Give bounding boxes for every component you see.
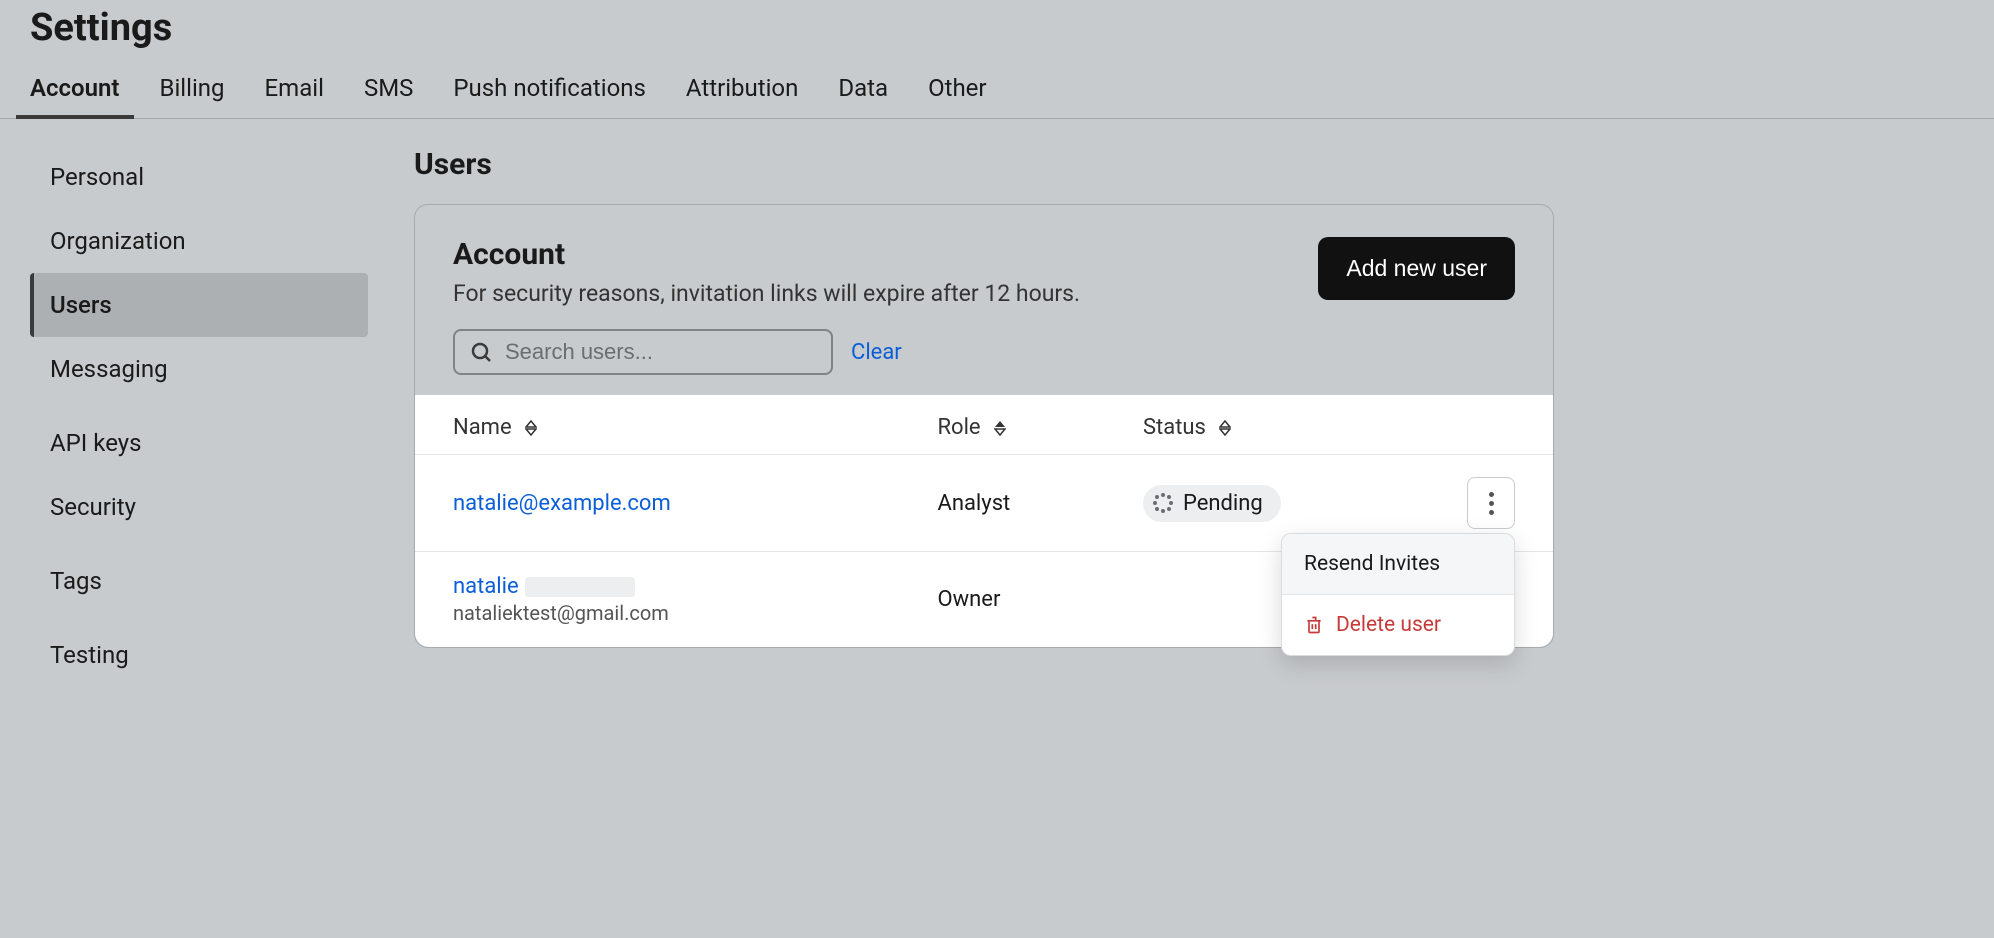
- tab-account[interactable]: Account: [30, 60, 120, 118]
- card-subtitle: For security reasons, invitation links w…: [453, 280, 1080, 307]
- card-title: Account: [453, 237, 1080, 272]
- search-box[interactable]: [453, 329, 833, 375]
- trash-icon: [1304, 614, 1324, 636]
- top-tabs: Account Billing Email SMS Push notifications…: [0, 60, 1994, 119]
- user-role: Analyst: [917, 455, 1123, 552]
- tab-attribution[interactable]: Attribution: [686, 60, 798, 118]
- add-new-user-button[interactable]: Add new user: [1318, 237, 1515, 300]
- sidebar-item-api-keys[interactable]: API keys: [30, 411, 368, 475]
- sidebar: PersonalOrganizationUsersMessaging API ke…: [0, 119, 398, 713]
- sort-icon: [1219, 420, 1231, 436]
- sidebar-item-testing[interactable]: Testing: [30, 623, 368, 687]
- page-title: Settings: [30, 0, 1964, 60]
- tab-email[interactable]: Email: [265, 60, 324, 118]
- column-header-name[interactable]: Name: [415, 395, 917, 455]
- tab-push-notifications[interactable]: Push notifications: [453, 60, 646, 118]
- search-input[interactable]: [505, 339, 817, 365]
- redacted-text: [525, 577, 635, 597]
- row-actions-menu: Resend Invites Delete user: [1281, 533, 1515, 656]
- tab-other[interactable]: Other: [928, 60, 986, 118]
- row-actions-button[interactable]: [1467, 477, 1515, 529]
- column-header-role[interactable]: Role: [917, 395, 1123, 455]
- sidebar-item-users[interactable]: Users: [30, 273, 368, 337]
- sidebar-item-security[interactable]: Security: [30, 475, 368, 539]
- sidebar-item-personal[interactable]: Personal: [30, 145, 368, 209]
- sidebar-item-organization[interactable]: Organization: [30, 209, 368, 273]
- status-badge: Pending: [1143, 485, 1281, 522]
- tab-billing[interactable]: Billing: [160, 60, 225, 118]
- sort-icon: [994, 420, 1006, 436]
- user-name-link[interactable]: natalie: [453, 574, 519, 599]
- user-email: nataliektest@gmail.com: [453, 601, 897, 625]
- delete-user-label: Delete user: [1336, 613, 1441, 637]
- column-header-status[interactable]: Status: [1123, 395, 1447, 455]
- loading-spinner-icon: [1153, 493, 1173, 513]
- sort-icon: [525, 420, 537, 436]
- user-role: Owner: [917, 552, 1123, 648]
- tab-data[interactable]: Data: [838, 60, 888, 118]
- section-title: Users: [414, 147, 1994, 182]
- resend-invites-menu-item[interactable]: Resend Invites: [1282, 534, 1514, 595]
- sidebar-item-tags[interactable]: Tags: [30, 549, 368, 613]
- search-icon: [469, 340, 493, 364]
- tab-sms[interactable]: SMS: [364, 60, 413, 118]
- sidebar-item-messaging[interactable]: Messaging: [30, 337, 368, 401]
- delete-user-menu-item[interactable]: Delete user: [1282, 595, 1514, 655]
- users-card: Account For security reasons, invitation…: [414, 204, 1554, 648]
- user-name-link[interactable]: natalie@example.com: [453, 491, 671, 516]
- more-vertical-icon: [1489, 492, 1494, 515]
- clear-search-link[interactable]: Clear: [851, 340, 902, 365]
